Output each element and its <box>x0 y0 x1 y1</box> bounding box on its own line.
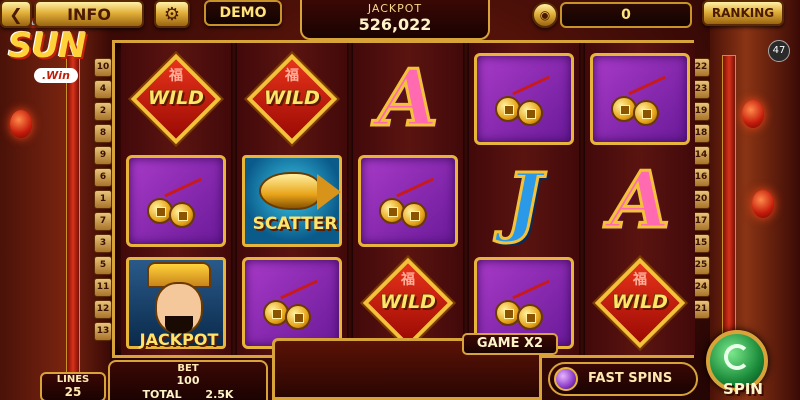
demo-label: DEMO <box>219 5 267 21</box>
fast-spins-label: FAST SPINS <box>588 371 673 386</box>
fortune-char-icon: 福 <box>169 68 183 84</box>
balance-value: 0 <box>621 7 631 23</box>
letter-a-symbol: A <box>608 154 672 248</box>
scatter-symbol: SCATTER <box>242 155 342 247</box>
lines-label: LINES <box>56 374 90 385</box>
payline-number: 2 <box>94 102 112 121</box>
logo-sub: .Win <box>34 68 78 83</box>
fortune-char-icon: 福 <box>633 272 647 288</box>
payline-number: 10 <box>94 58 112 77</box>
payline-numbers-left: 10 4 2 8 9 6 1 7 3 5 11 12 13 <box>94 58 112 344</box>
jackpot-value: 526,022 <box>358 15 432 34</box>
lantern-icon <box>742 100 764 128</box>
payline-number: 4 <box>94 80 112 99</box>
payline-number: 11 <box>94 278 112 297</box>
wild-symbol: 福 WILD <box>358 257 458 349</box>
lantern-icon <box>10 110 32 138</box>
reels-frame: 福 WILD JACKPOT 福 WILD SCATTER A 福 WILD J… <box>112 40 695 358</box>
bet-selector[interactable]: BET 100 TOTAL 2.5K <box>108 360 268 400</box>
jackpot-symbol: JACKPOT <box>126 257 226 349</box>
ranking-label: RANKING <box>711 6 775 20</box>
wild-symbol: 福 WILD <box>242 53 342 145</box>
pillar-left <box>66 55 80 385</box>
payline-number: 13 <box>94 322 112 341</box>
lines-selector[interactable]: LINES 25 <box>40 372 106 400</box>
wild-symbol: 福 WILD <box>590 257 690 349</box>
total-value: 2.5K <box>205 388 234 400</box>
back-button[interactable]: ❮ <box>0 0 32 28</box>
coin-symbol <box>474 53 574 145</box>
lantern-icon <box>752 190 774 218</box>
coin-icon: ◉ <box>532 2 558 28</box>
fortune-char-icon: 福 <box>285 68 299 84</box>
toggle-knob-icon <box>554 367 578 391</box>
game-scene: AAA SUN .Win ❮ INFO ⚙ DEMO JACKPOT 526,0… <box>0 0 800 400</box>
info-label: INFO <box>67 4 111 24</box>
payline-number: 9 <box>94 146 112 165</box>
lines-value: 25 <box>64 385 82 399</box>
payline-number: 3 <box>94 234 112 253</box>
bet-label: BET <box>177 363 199 374</box>
total-label: TOTAL <box>142 388 182 400</box>
total-row: TOTAL 2.5K <box>110 388 266 400</box>
coin-symbol <box>590 53 690 145</box>
balance-display: 0 <box>560 2 692 28</box>
coin-symbol <box>242 257 342 349</box>
payline-number: 1 <box>94 190 112 209</box>
spin-swirl-icon <box>724 344 750 370</box>
wild-symbol: 福 WILD <box>126 53 226 145</box>
scatter-label: SCATTER <box>252 214 338 234</box>
notification-badge[interactable]: 47 <box>768 40 790 62</box>
wild-label: WILD <box>612 291 668 313</box>
letter-a-symbol: A <box>376 52 440 146</box>
wild-label: WILD <box>380 291 436 313</box>
payline-number: 6 <box>94 168 112 187</box>
fast-spins-toggle[interactable]: FAST SPINS <box>548 362 698 396</box>
jackpot-label: JACKPOT <box>367 2 423 15</box>
ranking-button[interactable]: RANKING <box>702 0 784 26</box>
jackpot-symbol-label: JACKPOT <box>139 330 219 349</box>
letter-j-symbol: J <box>505 155 544 247</box>
info-button[interactable]: INFO <box>34 0 144 28</box>
bet-value: 100 <box>176 374 200 387</box>
chevron-left-icon: ❮ <box>9 4 23 24</box>
coin-symbol <box>358 155 458 247</box>
demo-button[interactable]: DEMO <box>204 0 282 26</box>
payline-number: 8 <box>94 124 112 143</box>
payline-number: 7 <box>94 212 112 231</box>
coin-symbol <box>126 155 226 247</box>
spin-label: SPIN <box>723 380 763 398</box>
gear-icon: ⚙ <box>163 3 181 25</box>
top-bar: ❮ INFO ⚙ DEMO JACKPOT 526,022 ◉ 0 RANKIN… <box>0 0 800 40</box>
settings-button[interactable]: ⚙ <box>154 0 190 28</box>
wild-label: WILD <box>148 87 204 109</box>
fortune-char-icon: 福 <box>401 272 415 288</box>
jackpot-display: JACKPOT 526,022 <box>300 0 490 40</box>
golden-fish-icon <box>259 172 321 210</box>
payline-number: 12 <box>94 300 112 319</box>
payline-number: 5 <box>94 256 112 275</box>
wild-label: WILD <box>264 87 320 109</box>
